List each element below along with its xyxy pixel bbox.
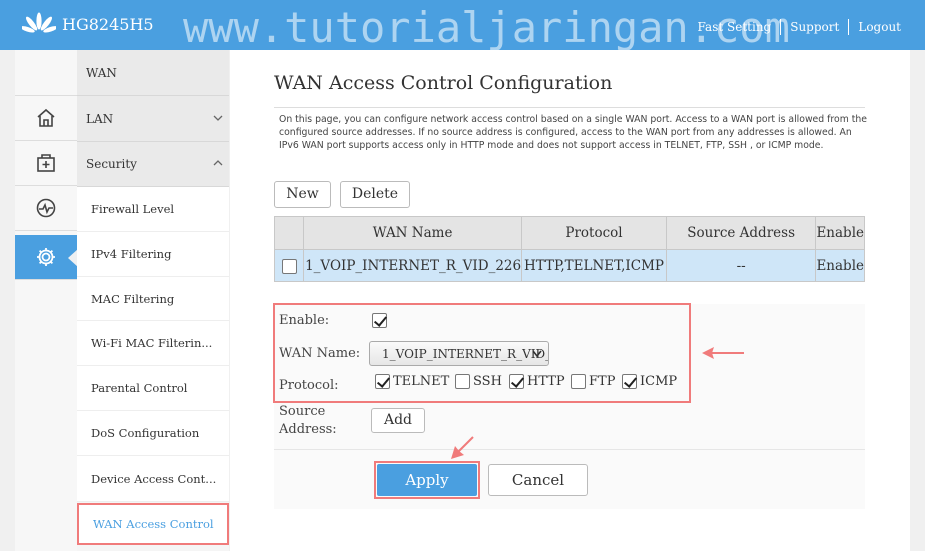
menu-device-access-control[interactable]: Device Access Cont...	[77, 456, 229, 502]
menu-wan-access-control[interactable]: WAN Access Control	[77, 503, 229, 545]
row-checkbox[interactable]	[281, 258, 297, 274]
rail-blank	[15, 50, 77, 96]
protocol-telnet[interactable]: TELNET	[375, 374, 449, 389]
table-header-row: WAN Name Protocol Source Address Enable	[273, 216, 865, 250]
menu-security[interactable]: Security	[77, 142, 229, 187]
source-label-line-2: Address:	[279, 422, 337, 437]
rail-diagnose[interactable]	[15, 186, 77, 231]
menu-mac-filtering[interactable]: MAC Filtering	[77, 277, 229, 321]
col-wan-name: WAN Name	[303, 216, 523, 250]
logout-link[interactable]: Logout	[858, 20, 901, 34]
top-bar: HG8245H5 www.tutorialjaringan.com Fast S…	[0, 0, 925, 52]
content-panel: WAN Access Control Configuration On this…	[230, 50, 910, 551]
chevron-down-icon	[213, 115, 223, 121]
menu-lan[interactable]: LAN	[77, 96, 229, 142]
rail-home[interactable]	[15, 96, 77, 141]
wan-name-selected: 1_VOIP_INTERNET_R_VID_226	[382, 347, 548, 361]
title-divider	[274, 107, 865, 108]
source-address-label: Source Address:	[279, 403, 337, 439]
protocol-label: Protocol:	[279, 378, 339, 393]
ssh-checkbox[interactable]	[455, 374, 470, 389]
gear-icon	[37, 248, 55, 266]
pulse-icon	[36, 198, 56, 218]
protocol-icmp[interactable]: ICMP	[622, 374, 677, 389]
icon-rail	[15, 50, 78, 551]
rail-apps[interactable]	[15, 141, 77, 186]
new-button[interactable]: New	[274, 181, 331, 208]
http-checkbox[interactable]	[509, 374, 524, 389]
home-icon	[37, 108, 55, 127]
chevron-down-icon	[532, 350, 542, 358]
telnet-checkbox[interactable]	[375, 374, 390, 389]
menu-lan-label: LAN	[86, 111, 114, 126]
model-name: HG8245H5	[62, 15, 154, 34]
huawei-logo	[22, 12, 56, 33]
link-divider	[848, 19, 850, 35]
row-enable: Enable	[815, 249, 865, 282]
row-select-cell	[273, 249, 305, 282]
ftp-label: FTP	[589, 374, 616, 389]
row-source-address: --	[665, 249, 817, 282]
menu-dos-configuration[interactable]: DoS Configuration	[77, 411, 229, 456]
menu-wan[interactable]: WAN	[77, 50, 229, 96]
select-header	[273, 216, 305, 250]
row-wan-name: 1_VOIP_INTERNET_R_VID_226	[303, 249, 523, 282]
ftp-checkbox[interactable]	[571, 374, 586, 389]
icmp-checkbox[interactable]	[622, 374, 637, 389]
menu-ipv4-filtering[interactable]: IPv4 Filtering	[77, 232, 229, 277]
col-enable: Enable	[815, 216, 865, 250]
menu-firewall-level[interactable]: Firewall Level	[77, 187, 229, 232]
col-protocol: Protocol	[521, 216, 667, 250]
delete-button[interactable]: Delete	[340, 181, 410, 208]
protocol-http[interactable]: HTTP	[509, 374, 565, 389]
protocol-ssh[interactable]: SSH	[455, 374, 502, 389]
menu-wifi-mac-filtering[interactable]: Wi-Fi MAC Filterin...	[77, 321, 229, 366]
protocol-ftp[interactable]: FTP	[571, 374, 615, 389]
cancel-button[interactable]: Cancel	[488, 464, 588, 496]
form-divider	[274, 449, 865, 450]
top-links: Fast Setting Support Logout	[698, 19, 901, 35]
wan-name-select[interactable]: 1_VOIP_INTERNET_R_VID_226	[369, 341, 549, 366]
wan-access-table: WAN Name Protocol Source Address Enable …	[273, 216, 865, 282]
http-label: HTTP	[527, 374, 565, 389]
page-title: WAN Access Control Configuration	[274, 72, 613, 94]
add-box-icon	[37, 154, 55, 172]
wan-name-label: WAN Name:	[279, 346, 361, 361]
ssh-label: SSH	[473, 374, 502, 389]
enable-label: Enable:	[279, 313, 330, 328]
link-divider	[780, 19, 782, 35]
side-menu: WAN LAN Security Firewall Level IPv4 Fil…	[77, 50, 229, 551]
chevron-up-icon	[213, 160, 223, 166]
annotation-arrow-form	[702, 347, 744, 359]
menu-parental-control[interactable]: Parental Control	[77, 366, 229, 411]
apply-button[interactable]: Apply	[377, 464, 477, 496]
annotation-arrow-apply	[451, 436, 474, 459]
telnet-label: TELNET	[393, 374, 450, 389]
source-label-line-1: Source	[279, 404, 326, 419]
enable-checkbox[interactable]	[372, 313, 387, 328]
rail-advanced[interactable]	[15, 235, 78, 280]
row-protocol: HTTP,TELNET,ICMP	[521, 249, 667, 282]
fast-setting-link[interactable]: Fast Setting	[698, 20, 772, 34]
page-description: On this page, you can configure network …	[279, 114, 867, 151]
add-button[interactable]: Add	[371, 408, 425, 433]
menu-security-label: Security	[86, 157, 137, 171]
icmp-label: ICMP	[640, 374, 678, 389]
table-row[interactable]: 1_VOIP_INTERNET_R_VID_226 HTTP,TELNET,IC…	[273, 249, 865, 282]
col-source-address: Source Address	[665, 216, 817, 250]
support-link[interactable]: Support	[790, 20, 839, 34]
